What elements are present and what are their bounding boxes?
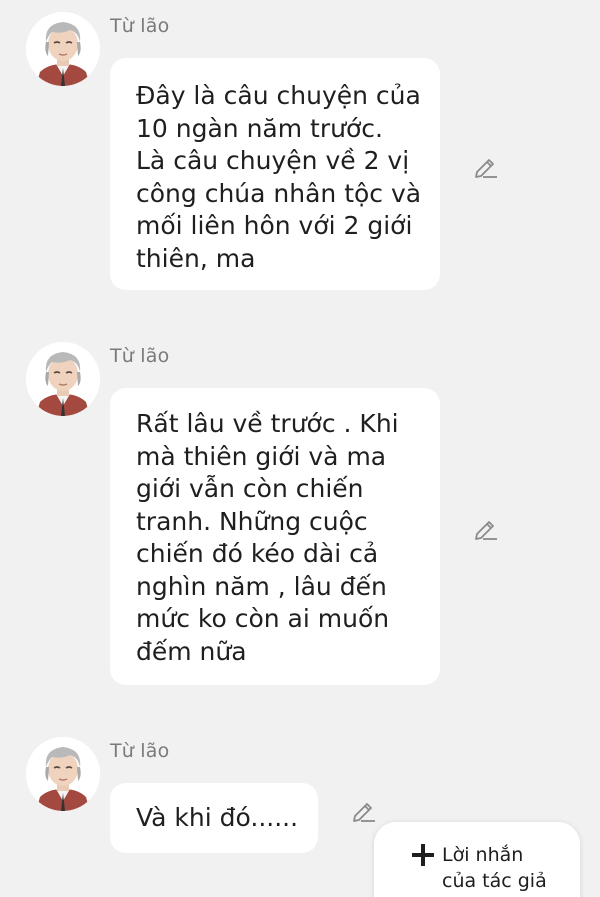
chat-thread: Từ lão Đây là câu chuyện của 10 ngàn năm…	[0, 0, 600, 897]
plus-icon	[412, 844, 434, 866]
pencil-icon[interactable]	[472, 514, 500, 542]
message-bubble: Đây là câu chuyện của 10 ngàn năm trước.…	[110, 58, 440, 290]
pencil-icon[interactable]	[472, 152, 500, 180]
elderly-man-avatar-icon[interactable]	[26, 342, 100, 416]
message-bubble: Rất lâu về trước . Khi mà thiên giới và …	[110, 388, 440, 685]
elderly-man-avatar-icon[interactable]	[26, 12, 100, 86]
pencil-icon[interactable]	[350, 796, 378, 824]
sender-name: Từ lão	[110, 345, 170, 367]
author-note-label: Lời nhắn của tác giả	[442, 844, 547, 892]
message-bubble: Và khi đó......	[110, 783, 318, 853]
sender-name: Từ lão	[110, 740, 170, 762]
sender-name: Từ lão	[110, 15, 170, 37]
author-note-button[interactable]: Lời nhắn của tác giả	[374, 822, 580, 897]
elderly-man-avatar-icon[interactable]	[26, 737, 100, 811]
